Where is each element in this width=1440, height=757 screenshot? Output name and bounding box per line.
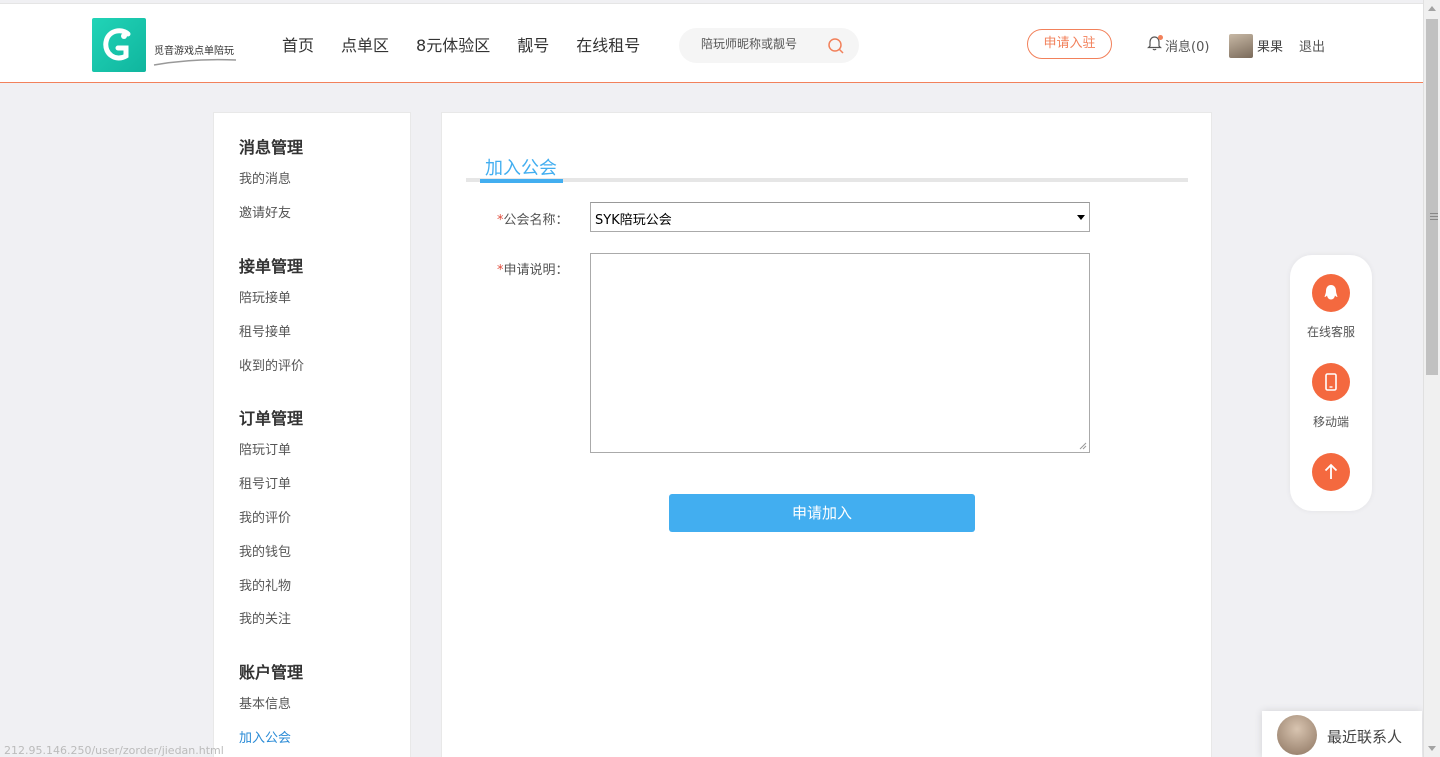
nav-trial-zone[interactable]: 8元体验区 — [416, 32, 490, 56]
sidebar-group-title: 接单管理 — [239, 257, 304, 276]
mobile-phone-icon — [1325, 373, 1337, 391]
sidebar-item-my-messages[interactable]: 我的消息 — [239, 168, 291, 187]
sidebar-group-title: 订单管理 — [239, 409, 304, 428]
logo-badge — [92, 18, 146, 72]
search-input[interactable] — [701, 37, 821, 51]
scroll-up-arrow-icon[interactable] — [1428, 6, 1436, 11]
search-box — [679, 28, 859, 63]
logo-swoosh-icon — [153, 58, 237, 66]
sidebar-item-basic-info[interactable]: 基本信息 — [239, 693, 291, 712]
sidebar-group-order-management: 订单管理 陪玩订单 租号订单 我的评价 我的钱包 我的礼物 我的关注 — [239, 405, 304, 627]
sidebar-item-rent-orders[interactable]: 租号订单 — [239, 473, 291, 492]
sidebar-item-my-reviews[interactable]: 我的评价 — [239, 507, 291, 526]
sidebar-item-my-follows[interactable]: 我的关注 — [239, 608, 291, 627]
avatar — [1277, 715, 1317, 755]
messages-label: 消息(0) — [1165, 39, 1210, 55]
user-avatar[interactable] — [1229, 34, 1253, 58]
mobile-button[interactable] — [1312, 363, 1350, 401]
qq-icon — [1324, 285, 1338, 300]
sidebar-item-join-guild[interactable]: 加入公会 — [239, 727, 291, 746]
username[interactable]: 果果 — [1257, 36, 1283, 55]
submit-join-button[interactable]: 申请加入 — [669, 494, 975, 532]
notification-dot — [1158, 35, 1163, 40]
nav-order-zone[interactable]: 点单区 — [341, 32, 389, 56]
guild-name-label: *公会名称： — [497, 209, 569, 228]
sidebar-item-play-orders[interactable]: 陪玩订单 — [239, 439, 291, 458]
sidebar-group-account: 账户管理 基本信息 加入公会 — [239, 659, 304, 746]
bell-icon — [1147, 35, 1163, 55]
top-header: 觅音游戏点单陪玩 首页 点单区 8元体验区 靓号 在线租号 申请入驻 消息(0)… — [0, 3, 1423, 83]
sidebar-group-orders-taking: 接单管理 陪玩接单 租号接单 收到的评价 — [239, 253, 304, 374]
tab-join-guild[interactable]: 加入公会 — [485, 154, 557, 180]
main-nav: 首页 点单区 8元体验区 靓号 在线租号 — [282, 32, 667, 56]
dropdown-arrow-icon — [1077, 215, 1085, 220]
description-label: *申请说明： — [497, 259, 569, 278]
scroll-thumb[interactable] — [1426, 19, 1438, 375]
scroll-down-arrow-icon[interactable] — [1428, 746, 1436, 751]
recent-contacts-panel[interactable]: 最近联系人 — [1262, 711, 1422, 757]
scroll-grip-icon — [1430, 213, 1438, 220]
logo-text: 觅音游戏点单陪玩 — [154, 46, 234, 57]
arrow-up-icon — [1324, 463, 1338, 479]
search-icon[interactable] — [827, 37, 845, 55]
tab-divider — [466, 178, 1188, 182]
guild-name-label-text: 公会名称： — [503, 213, 569, 228]
messages-link[interactable]: 消息(0) — [1147, 35, 1209, 55]
recent-contacts-label: 最近联系人 — [1327, 728, 1403, 746]
description-label-text: 申请说明： — [503, 263, 569, 278]
sidebar-item-rent-orders-taking[interactable]: 租号接单 — [239, 321, 291, 340]
status-bar-url: 212.95.146.250/user/zorder/jiedan.html — [4, 744, 224, 757]
customer-service-button[interactable] — [1312, 274, 1350, 312]
apply-join-button[interactable]: 申请入驻 — [1027, 29, 1112, 59]
sidebar-item-my-wallet[interactable]: 我的钱包 — [239, 541, 291, 560]
main-panel: 加入公会 *公会名称： SYK陪玩公会 *申请说明： 申请加入 — [441, 112, 1212, 757]
mobile-label[interactable]: 移动端 — [1290, 413, 1372, 430]
sidebar-group-messages: 消息管理 我的消息 邀请好友 — [239, 134, 304, 221]
back-to-top-button[interactable] — [1312, 453, 1350, 491]
sidebar-item-received-reviews[interactable]: 收到的评价 — [239, 355, 304, 374]
nav-home[interactable]: 首页 — [282, 32, 314, 56]
sidebar-group-title: 消息管理 — [239, 138, 304, 157]
guild-select[interactable]: SYK陪玩公会 — [590, 202, 1090, 232]
sidebar-item-play-orders-taking[interactable]: 陪玩接单 — [239, 287, 291, 306]
page-scrollbar[interactable] — [1423, 0, 1440, 757]
sidebar-item-invite-friends[interactable]: 邀请好友 — [239, 202, 291, 221]
resize-grip-icon[interactable] — [1079, 442, 1087, 450]
sidebar: 消息管理 我的消息 邀请好友 接单管理 陪玩接单 租号接单 收到的评价 订单管理… — [213, 112, 411, 757]
nav-rent-account[interactable]: 在线租号 — [576, 32, 640, 56]
description-textarea[interactable] — [590, 253, 1090, 453]
customer-service-label[interactable]: 在线客服 — [1290, 323, 1372, 340]
floating-toolbar: 在线客服 移动端 — [1290, 255, 1372, 511]
sidebar-item-my-gifts[interactable]: 我的礼物 — [239, 575, 291, 594]
site-logo[interactable]: 觅音游戏点单陪玩 — [92, 18, 242, 72]
guild-select-value: SYK陪玩公会 — [595, 213, 672, 228]
sidebar-group-title: 账户管理 — [239, 663, 304, 682]
tab-active-indicator — [480, 179, 563, 183]
logout-link[interactable]: 退出 — [1299, 36, 1325, 55]
nav-vip-numbers[interactable]: 靓号 — [517, 32, 549, 56]
